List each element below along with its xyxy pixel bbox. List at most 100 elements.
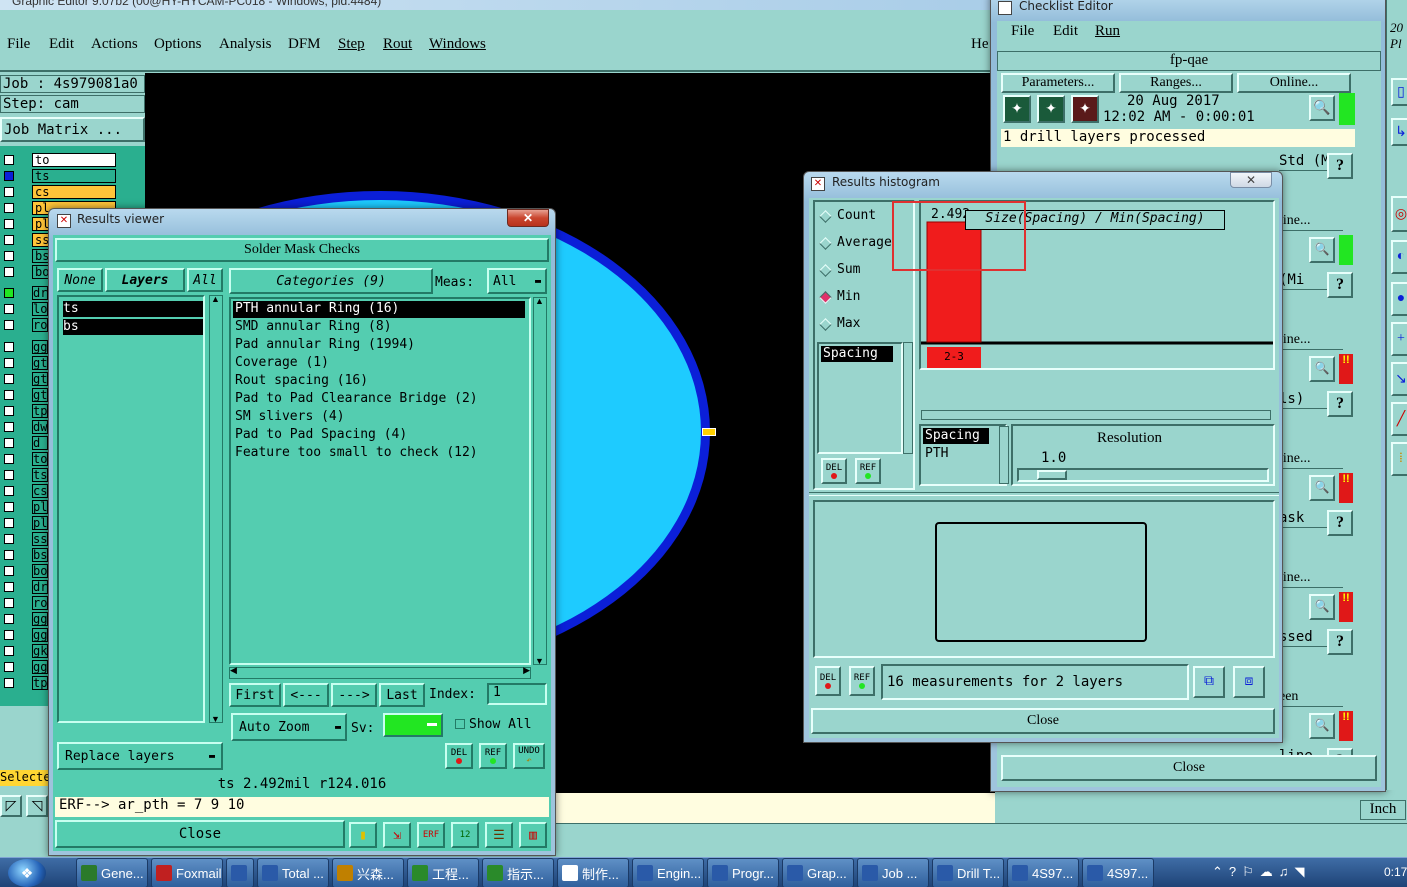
run-selected-icon[interactable]: ✦ [1037, 95, 1065, 123]
layer-checkbox[interactable] [4, 187, 14, 197]
taskbar-item[interactable]: 制作... [557, 858, 629, 887]
checklist-row-text[interactable]: line... [1279, 332, 1343, 350]
taskbar-item[interactable]: 4S97... [1082, 858, 1154, 887]
index-input[interactable]: 1 [487, 683, 547, 705]
layer-checkbox[interactable] [4, 630, 14, 640]
help-icon[interactable]: ? [1327, 510, 1353, 536]
resolution-slider-thumb[interactable] [1037, 470, 1067, 480]
show-all-checkbox[interactable] [455, 719, 465, 729]
layer-checkbox[interactable] [4, 374, 14, 384]
layer-name[interactable]: gg [32, 340, 48, 354]
category-list-item[interactable]: Feature too small to check (12) [233, 445, 525, 462]
categories-button[interactable]: Categories (9) [229, 268, 433, 294]
del-button[interactable]: DEL [445, 743, 473, 769]
side-tool-icon[interactable]: ● [1391, 282, 1407, 316]
help-icon[interactable]: ? [1327, 153, 1353, 179]
meas-dropdown[interactable]: All ▬ [487, 268, 547, 294]
layer-name[interactable]: to [32, 452, 48, 466]
first-button[interactable]: First [229, 683, 281, 707]
layer-checkbox[interactable] [4, 598, 14, 608]
layer-checkbox[interactable] [4, 534, 14, 544]
radio-button-average[interactable] [819, 237, 832, 250]
layer-checkbox[interactable] [4, 518, 14, 528]
category-list-item[interactable]: Pad to Pad Clearance Bridge (2) [233, 391, 525, 408]
layer-checkbox[interactable] [4, 342, 14, 352]
layer-name[interactable]: lo [32, 302, 48, 316]
select-tool-icon[interactable]: ◸ [0, 795, 22, 817]
radio-button-min[interactable] [819, 291, 832, 304]
layer-name[interactable]: tp [32, 404, 48, 418]
layer-checkbox[interactable] [4, 678, 14, 688]
help-icon[interactable]: ? [1327, 272, 1353, 298]
undo-button[interactable]: UNDO ↶ [513, 743, 545, 769]
hist-del-button[interactable]: DEL [821, 458, 847, 484]
layer-checkbox[interactable] [4, 203, 14, 213]
category-list-item[interactable]: PTH annular Ring (16) [233, 301, 525, 318]
layer-name[interactable]: pl [32, 500, 48, 514]
layer-name[interactable]: bs [32, 548, 48, 562]
layer-checkbox[interactable] [4, 502, 14, 512]
layer-checkbox[interactable] [4, 235, 14, 245]
side-tool-icon[interactable]: ▯ [1391, 78, 1407, 106]
last-button[interactable]: Last [379, 683, 425, 707]
taskbar-item[interactable] [226, 858, 254, 887]
layer-checkbox[interactable] [4, 662, 14, 672]
layer-name[interactable]: dr [32, 286, 48, 300]
cl-menu-edit[interactable]: Edit [1053, 23, 1078, 40]
stat-field-listbox[interactable]: Spacing [817, 342, 903, 454]
prev-button[interactable]: <--- [283, 683, 329, 707]
taskbar-item[interactable]: 4S97... [1007, 858, 1079, 887]
zoom-selection-icon[interactable]: ⧈ [1233, 666, 1265, 698]
spacing-list-item[interactable]: PTH [923, 446, 989, 462]
taskbar-item[interactable]: Drill T... [932, 858, 1004, 887]
parameters-button[interactable]: Parameters... [1001, 73, 1115, 93]
chart-hscrollbar[interactable] [921, 410, 1271, 420]
layer-name[interactable]: ro [32, 596, 48, 610]
checklist-row-text[interactable]: line... [1279, 451, 1343, 469]
start-button-icon[interactable]: ❖ [8, 859, 46, 887]
zoom-to-fit-icon[interactable]: ⧉ [1193, 666, 1225, 698]
menu-file[interactable]: File [7, 36, 30, 53]
layer-checkbox[interactable] [4, 304, 14, 314]
layer-name[interactable]: gt [32, 388, 48, 402]
stat-field-scrollbar[interactable] [903, 342, 913, 454]
sort-icon[interactable]: 12 [451, 822, 479, 848]
spacing-listbox[interactable]: Spacing PTH [919, 424, 1007, 486]
report-icon[interactable]: ☰ [485, 822, 513, 848]
menu-rout[interactable]: Rout [383, 36, 412, 53]
menu-analysis[interactable]: Analysis [219, 36, 272, 53]
category-list-scrollbar[interactable]: ▲ ▼ [533, 296, 547, 666]
side-tool-icon[interactable]: + [1391, 322, 1407, 356]
layer-checkbox[interactable] [4, 267, 14, 277]
category-list-item[interactable]: SM slivers (4) [233, 409, 525, 426]
histogram-icon[interactable]: ▥ [519, 822, 547, 848]
layer-name[interactable]: gg [32, 628, 48, 642]
layer-list-scrollbar[interactable]: ▲ ▼ [209, 294, 223, 724]
layer-checkbox[interactable] [4, 566, 14, 576]
checklist-row-text[interactable]: line... [1279, 570, 1343, 588]
category-list-item[interactable]: SMD annular Ring (8) [233, 319, 525, 336]
layer-name[interactable]: gg [32, 612, 48, 626]
histogram-close-button[interactable]: Close [811, 708, 1275, 734]
layer-list-item[interactable]: ts [63, 301, 203, 317]
ref-button[interactable]: REF [479, 743, 507, 769]
zoom-icon[interactable]: 🔍 [1309, 355, 1335, 382]
taskbar-item[interactable]: 工程... [407, 858, 479, 887]
category-hscrollbar[interactable]: ◀ ▶ [229, 665, 531, 679]
layer-name[interactable]: gk [32, 644, 48, 658]
layer-checkbox[interactable] [4, 454, 14, 464]
layer-name[interactable]: gg [32, 660, 48, 674]
erf-icon[interactable]: ERF [417, 822, 445, 848]
checklist-row-text[interactable]: line... [1279, 213, 1343, 231]
job-matrix-button[interactable]: Job Matrix ... [0, 117, 145, 142]
cl-menu-run[interactable]: Run [1095, 23, 1120, 40]
layer-listbox[interactable]: ts bs [57, 295, 205, 723]
menu-edit[interactable]: Edit [49, 36, 74, 53]
layer-checkbox[interactable] [4, 550, 14, 560]
replace-layers-dropdown[interactable]: Replace layers ▬ [57, 742, 223, 770]
radio-button-sum[interactable] [819, 264, 832, 277]
layer-checkbox[interactable] [4, 470, 14, 480]
layer-name[interactable]: cs [32, 484, 48, 498]
cl-menu-file[interactable]: File [1011, 23, 1034, 40]
layer-name[interactable]: bo [32, 564, 48, 578]
